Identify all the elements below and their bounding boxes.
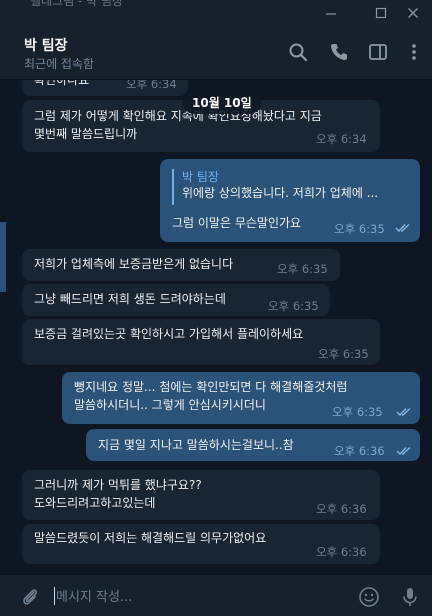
message-text: 지금 몇일 지나고 말씀하시는걸보니..참 <box>98 438 294 452</box>
message-text-line: 몇번째 말씀드립니까 <box>34 127 138 141</box>
read-check-icon <box>396 446 411 456</box>
menu-button[interactable] <box>402 40 426 64</box>
message-composer <box>0 574 432 616</box>
message-text: 그럼 이말은 무슨말인가요 <box>172 216 302 230</box>
message-outgoing[interactable]: 박 팀장 위에랑 상의했습니다. 저희가 업체에 ... 그럼 이말은 무슨말인… <box>160 159 420 242</box>
chat-header[interactable]: 박 팀장 최근에 접속함 <box>0 26 432 80</box>
reply-author: 박 팀장 <box>182 170 219 184</box>
message-text-line: 그럼 제가 어떻게 확인해요 지속에 확인요청해놨다고 지금 <box>34 109 322 123</box>
more-vertical-icon <box>412 44 416 60</box>
message-time: 오후 6:36 <box>334 444 385 458</box>
date-separator: 10월 10일 <box>183 92 261 114</box>
message-incoming[interactable]: 보증금 걸려있는곳 확인하시고 가입해서 플레이하세요 오후 6:35 <box>22 319 380 365</box>
message-time: 오후 6:36 <box>316 502 367 516</box>
message-time: 오후 6:35 <box>318 347 369 361</box>
message-input[interactable] <box>56 587 346 607</box>
telegram-window: 텔레그램 - 박 팀장 박 팀장 최근에 접속함 확인하나요 오후 6:34 그… <box>0 0 432 616</box>
reply-quote[interactable]: 박 팀장 위에랑 상의했습니다. 저희가 업체에 ... <box>172 169 410 205</box>
message-text-line: 도와드리려고하고있는데 <box>34 496 156 510</box>
message-incoming[interactable]: 그러니까 제가 먹튀를 했냐구요?? 도와드리려고하고있는데 오후 6:36 <box>22 470 380 520</box>
message-time: 오후 6:35 <box>277 262 328 276</box>
search-button[interactable] <box>286 40 310 64</box>
message-incoming[interactable]: 확인하나요 오후 6:34 <box>22 80 188 96</box>
close-button[interactable] <box>396 2 430 24</box>
message-incoming[interactable]: 저희가 업체측에 보증금받은게 없습니다 오후 6:35 <box>22 249 340 281</box>
message-outgoing[interactable]: 뻥지네요 정말... 첨에는 확인만되면 다 해결해줄것처럼 말씀하시더니.. … <box>62 372 420 424</box>
minimize-icon <box>326 13 336 15</box>
message-outgoing[interactable]: 지금 몇일 지나고 말씀하시는걸보니..참 오후 6:36 <box>86 429 420 461</box>
message-time: 오후 6:34 <box>126 80 177 91</box>
scroll-indicator <box>0 222 6 292</box>
sidebar-toggle-button[interactable] <box>366 40 390 64</box>
message-incoming[interactable]: 그냥 빼드리면 저희 생돈 드려야하는데 오후 6:35 <box>22 284 330 316</box>
attach-button[interactable] <box>18 585 42 609</box>
maximize-icon <box>375 7 387 19</box>
message-time: 오후 6:34 <box>316 132 367 146</box>
message-text: 그냥 빼드리면 저희 생돈 드려야하는데 <box>34 292 226 306</box>
emoji-button[interactable] <box>357 585 381 609</box>
maximize-button[interactable] <box>364 2 398 24</box>
message-list[interactable]: 확인하나요 오후 6:34 그럼 제가 어떻게 확인해요 지속에 확인요청해놨다… <box>0 80 432 574</box>
message-time: 오후 6:35 <box>268 299 319 313</box>
message-text-line: 뻥지네요 정말... 첨에는 확인만되면 다 해결해줄것처럼 <box>74 380 348 394</box>
close-icon <box>408 8 418 18</box>
sidebar-icon <box>369 44 387 60</box>
message-time: 오후 6:35 <box>334 222 385 236</box>
message-time: 오후 6:35 <box>332 405 383 419</box>
chat-name[interactable]: 박 팀장 <box>24 35 68 55</box>
message-incoming[interactable]: 말씀드렸듯이 저희는 해결해드릴 의무가없어요 오후 6:36 <box>22 524 380 564</box>
voice-button[interactable] <box>398 585 422 609</box>
read-check-icon <box>395 223 410 233</box>
phone-icon <box>331 44 347 60</box>
message-text: 확인하나요 <box>34 80 90 87</box>
paperclip-icon <box>23 589 38 605</box>
search-icon <box>289 43 308 62</box>
call-button[interactable] <box>327 40 351 64</box>
message-text-line: 그러니까 제가 먹튀를 했냐구요?? <box>34 478 202 492</box>
chat-status: 최근에 접속함 <box>24 57 95 71</box>
title-bar: 텔레그램 - 박 팀장 <box>0 0 432 26</box>
message-text: 저희가 업체측에 보증금받은게 없습니다 <box>34 257 234 271</box>
microphone-icon <box>403 588 417 606</box>
window-title: 텔레그램 - 박 팀장 <box>30 0 124 8</box>
message-time: 오후 6:36 <box>316 545 367 559</box>
message-text: 말씀드렸듯이 저희는 해결해드릴 의무가없어요 <box>34 531 267 545</box>
message-text: 보증금 걸려있는곳 확인하시고 가입해서 플레이하세요 <box>34 327 304 341</box>
text-cursor <box>54 587 55 605</box>
reply-text: 위에랑 상의했습니다. 저희가 업체에 ... <box>182 186 379 200</box>
read-check-icon <box>396 407 411 417</box>
message-text-line: 말씀하시더니.. 그렇게 안심시키시더니 <box>74 398 266 412</box>
emoji-icon <box>359 587 379 607</box>
minimize-button[interactable] <box>314 2 348 24</box>
